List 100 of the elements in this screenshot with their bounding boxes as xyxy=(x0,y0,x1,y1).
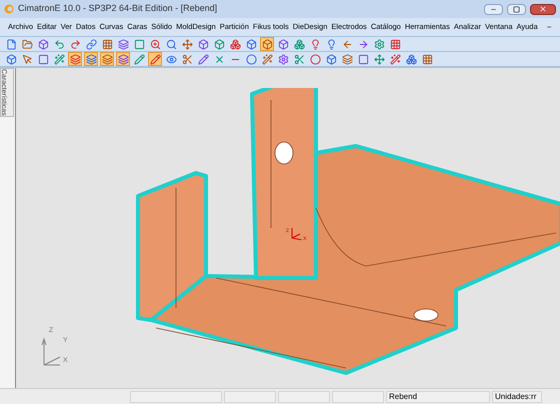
toolbar-button[interactable] xyxy=(132,52,146,66)
new-file-icon xyxy=(6,38,16,50)
toolbar-button[interactable] xyxy=(4,52,18,66)
lightbulb-icon xyxy=(326,38,336,50)
pencil-icon xyxy=(134,54,144,64)
wand-icon xyxy=(54,54,64,64)
axis-triad-icon xyxy=(40,336,62,366)
scissors-icon xyxy=(182,54,192,64)
toolbar-button[interactable] xyxy=(340,52,354,66)
pointer-icon xyxy=(22,54,32,64)
toolbar-button[interactable] xyxy=(148,52,162,66)
toolbar-button[interactable] xyxy=(292,52,306,66)
scissors-icon xyxy=(294,54,304,64)
toolbar-button[interactable] xyxy=(292,37,306,51)
status-pane: Unidades:rr xyxy=(492,390,542,402)
toolbar-button[interactable] xyxy=(52,52,66,66)
status-pane: Rebend xyxy=(386,390,490,402)
toolbar-button[interactable] xyxy=(324,52,338,66)
settings-icon xyxy=(278,54,288,64)
toolbar-button[interactable] xyxy=(404,52,418,66)
toolbar-button[interactable] xyxy=(244,52,258,66)
circle-icon xyxy=(246,54,256,64)
toolbar-button[interactable] xyxy=(180,37,194,51)
layers-icon xyxy=(118,38,128,50)
layers-icon xyxy=(118,54,128,64)
move-icon xyxy=(374,54,384,64)
maximize-button[interactable] xyxy=(507,4,526,14)
link-icon xyxy=(86,38,96,50)
toolbar-button[interactable] xyxy=(372,52,386,66)
toolbar-button[interactable] xyxy=(20,52,34,66)
search-icon xyxy=(166,38,176,50)
boxes-icon xyxy=(230,38,240,50)
toolbar-button[interactable] xyxy=(36,52,50,66)
toolbar-button[interactable] xyxy=(276,52,290,66)
toolbar-button[interactable] xyxy=(244,37,258,51)
arrow-left-icon xyxy=(342,38,352,50)
pencil-icon xyxy=(198,54,208,64)
toolbar-button[interactable] xyxy=(260,52,274,66)
toolbar-button[interactable] xyxy=(132,37,146,51)
wand-icon xyxy=(262,54,272,64)
layers-icon xyxy=(70,54,80,64)
boxes-icon xyxy=(294,38,304,50)
settings-icon xyxy=(374,38,384,50)
layers-icon xyxy=(86,54,96,64)
toolbar-button[interactable] xyxy=(68,52,82,66)
toolbar-button[interactable] xyxy=(356,52,370,66)
redo-icon xyxy=(70,38,80,50)
grid-icon xyxy=(422,54,432,64)
toolbar-button[interactable] xyxy=(148,37,162,51)
close-button[interactable] xyxy=(530,4,556,14)
circle-icon xyxy=(310,54,320,64)
toolbar-button[interactable] xyxy=(372,37,386,51)
toolbar-button[interactable] xyxy=(100,52,114,66)
cube-icon xyxy=(38,38,48,50)
toolbar-button[interactable] xyxy=(228,37,242,51)
arrow-right-icon xyxy=(358,38,368,50)
toolbar-button[interactable] xyxy=(308,52,322,66)
toolbar-button[interactable] xyxy=(116,37,130,51)
undo-icon xyxy=(54,38,64,50)
cube-icon xyxy=(278,38,288,50)
app-logo-icon xyxy=(4,4,14,14)
toolbar-button[interactable] xyxy=(388,37,402,51)
toolbar-button[interactable] xyxy=(212,37,226,51)
toolbar-button[interactable] xyxy=(180,52,194,66)
layers-icon xyxy=(342,54,352,64)
folder-icon xyxy=(22,38,32,50)
toolbar-button[interactable] xyxy=(36,37,50,51)
lightbulb-icon xyxy=(310,38,320,50)
close-icon xyxy=(539,5,547,13)
toolbar-button[interactable] xyxy=(164,37,178,51)
toolbar-button[interactable] xyxy=(84,52,98,66)
eye-icon xyxy=(166,54,176,64)
cross-icon xyxy=(214,54,224,64)
zoom-icon xyxy=(150,38,160,50)
square-icon xyxy=(38,54,48,64)
toolbar-button[interactable] xyxy=(100,37,114,51)
window-title: CimatronE 10.0 - SP3P2 64-Bit Edition - [Rebend] xyxy=(18,2,218,16)
square-icon xyxy=(358,54,368,64)
wand-icon xyxy=(390,54,400,64)
toolbar-button[interactable] xyxy=(116,52,130,66)
square-icon xyxy=(134,38,144,50)
cube-icon xyxy=(262,38,272,50)
move-icon xyxy=(182,38,192,50)
toolbar-button[interactable] xyxy=(20,37,34,51)
cube-icon xyxy=(246,38,256,50)
cube-icon xyxy=(6,54,16,64)
toolbar-button[interactable] xyxy=(84,37,98,51)
pencil-icon xyxy=(150,54,160,64)
maximize-icon xyxy=(513,6,520,12)
layers-icon xyxy=(102,54,112,64)
toolbar-button[interactable] xyxy=(388,52,402,66)
toolbar-button[interactable] xyxy=(196,37,210,51)
origin-marker-icon xyxy=(290,228,302,240)
grid-icon xyxy=(390,38,400,50)
toolbar-button[interactable] xyxy=(420,52,434,66)
toolbar-button[interactable] xyxy=(196,52,210,66)
cube-icon xyxy=(198,38,208,50)
cube-icon xyxy=(214,38,224,50)
toolbar-button[interactable] xyxy=(260,37,274,51)
toolbar-button[interactable] xyxy=(276,37,290,51)
